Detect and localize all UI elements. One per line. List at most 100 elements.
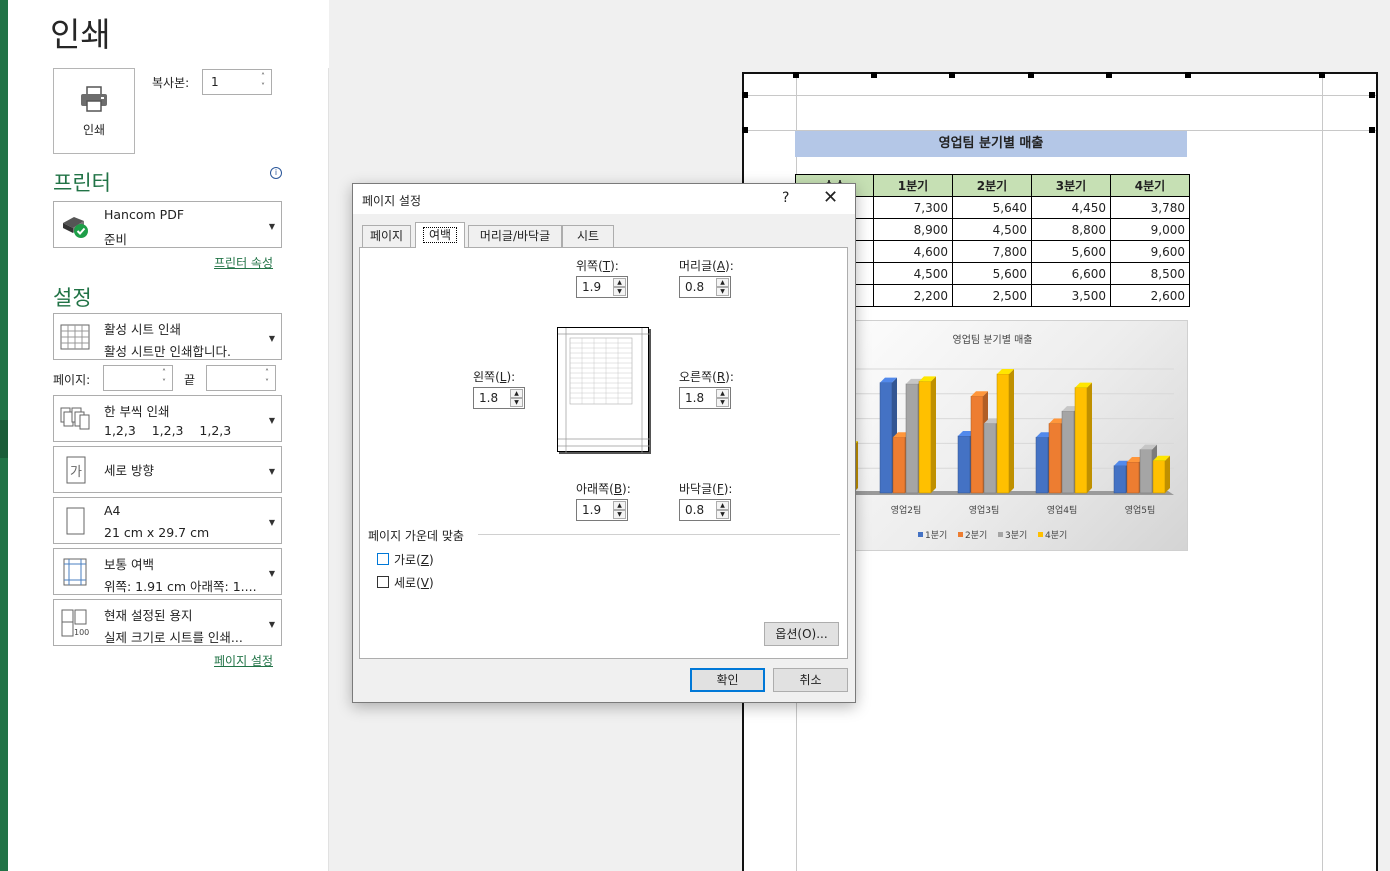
print-button[interactable]: 인쇄 bbox=[53, 68, 135, 154]
help-icon[interactable]: ? bbox=[782, 190, 789, 206]
copies-input[interactable]: 1 ˄ ˅ bbox=[202, 69, 272, 95]
header-margin-input[interactable]: 0.8 ▲ ▼ bbox=[679, 276, 731, 298]
right-margin-input[interactable]: 1.8 ▲ ▼ bbox=[679, 387, 731, 409]
app-accent-strip bbox=[0, 0, 8, 871]
pages-from-input[interactable]: ˄ ˅ bbox=[103, 365, 173, 391]
table-cell: 4,600 bbox=[873, 240, 953, 263]
bar-3분기-영업2팀 bbox=[905, 383, 919, 494]
paper-size-desc: 21 cm x 29.7 cm bbox=[104, 525, 210, 540]
pages-to-spinner[interactable]: ˄ ˅ bbox=[261, 368, 273, 388]
tab-page[interactable]: 페이지 bbox=[362, 225, 411, 247]
info-icon[interactable]: i bbox=[270, 167, 282, 179]
margin-handle[interactable] bbox=[1319, 72, 1325, 78]
spin-down-icon[interactable]: ▼ bbox=[716, 287, 729, 296]
vertical-checkbox-label[interactable]: 세로(V) bbox=[394, 574, 434, 591]
margin-handle[interactable] bbox=[949, 72, 955, 78]
margin-preview-drawing bbox=[558, 328, 650, 453]
bar-1분기-영업3팀 bbox=[957, 435, 971, 494]
orientation-dropdown[interactable]: 가 세로 방향 ▼ bbox=[53, 446, 282, 493]
chevron-down-icon: ▼ bbox=[268, 467, 275, 476]
svg-text:가: 가 bbox=[70, 465, 82, 480]
copies-spinner[interactable]: ˄ ˅ bbox=[257, 72, 269, 92]
margin-handle[interactable] bbox=[871, 72, 877, 78]
back-nav-marker[interactable] bbox=[0, 420, 8, 458]
bottom-margin-input[interactable]: 1.9 ▲ ▼ bbox=[576, 499, 628, 521]
margin-line-right[interactable] bbox=[1322, 74, 1323, 871]
spin-down-icon[interactable]: ▼ bbox=[716, 398, 729, 407]
bar-1분기-영업2팀 bbox=[879, 382, 893, 494]
options-button[interactable]: 옵션(O)... bbox=[764, 622, 839, 646]
tab-margins-label: 여백 bbox=[422, 227, 458, 243]
top-margin-input[interactable]: 1.9 ▲ ▼ bbox=[576, 276, 628, 298]
bar-2분기-영업3팀 bbox=[970, 396, 984, 494]
ok-button[interactable]: 확인 bbox=[690, 668, 765, 692]
spin-down-icon[interactable]: ▼ bbox=[613, 287, 626, 296]
margin-handle[interactable] bbox=[1369, 127, 1375, 133]
bar-3분기-영업3팀 bbox=[983, 423, 997, 494]
margin-handle[interactable] bbox=[793, 72, 799, 78]
spin-up-icon[interactable]: ▲ bbox=[716, 501, 729, 510]
chevron-down-icon: ▼ bbox=[268, 518, 275, 527]
scaling-dropdown[interactable]: 100 현재 설정된 용지 실제 크기로 시트를 인쇄... ▼ bbox=[53, 599, 282, 646]
tab-sheet[interactable]: 시트 bbox=[562, 225, 614, 247]
margin-handle[interactable] bbox=[1028, 72, 1034, 78]
margin-handle[interactable] bbox=[1185, 72, 1191, 78]
close-icon[interactable]: ✕ bbox=[823, 187, 838, 208]
paper-size-title: A4 bbox=[104, 503, 121, 518]
margin-handle[interactable] bbox=[742, 127, 748, 133]
vertical-checkbox[interactable] bbox=[377, 576, 389, 588]
pages-to-input[interactable]: ˄ ˅ bbox=[206, 365, 276, 391]
settings-heading: 설정 bbox=[53, 286, 92, 310]
margin-line-header[interactable] bbox=[744, 95, 1376, 96]
spin-down-icon[interactable]: ▼ bbox=[613, 510, 626, 519]
spin-up-icon[interactable]: ▲ bbox=[716, 278, 729, 287]
margins-dropdown[interactable]: 보통 여백 위쪽: 1.91 cm 아래쪽: 1.... ▼ bbox=[53, 548, 282, 595]
column-header: 1분기 bbox=[873, 174, 953, 197]
dialog-title: 페이지 설정 bbox=[362, 194, 422, 208]
sheet-title: 영업팀 분기별 매출 bbox=[795, 131, 1187, 157]
tab-header-footer[interactable]: 머리글/바닥글 bbox=[468, 225, 562, 247]
spin-down-icon[interactable]: ▼ bbox=[716, 510, 729, 519]
header-margin-label: 머리글(A): bbox=[679, 259, 734, 273]
page-setup-link[interactable]: 페이지 설정 bbox=[214, 652, 273, 669]
tab-margins[interactable]: 여백 bbox=[415, 222, 465, 248]
horizontal-checkbox-label[interactable]: 가로(Z) bbox=[394, 551, 434, 568]
legend-swatch bbox=[918, 532, 923, 537]
paper-size-dropdown[interactable]: A4 21 cm x 29.7 cm ▼ bbox=[53, 497, 282, 544]
margin-handle[interactable] bbox=[742, 92, 748, 98]
printer-dropdown[interactable]: Hancom PDF 준비 ▼ bbox=[53, 201, 282, 248]
print-what-desc: 활성 시트만 인쇄합니다. bbox=[104, 344, 231, 359]
chevron-down-icon: ▼ bbox=[268, 620, 275, 629]
collation-title: 한 부씩 인쇄 bbox=[104, 404, 170, 419]
left-margin-input[interactable]: 1.8 ▲ ▼ bbox=[473, 387, 525, 409]
margin-handle[interactable] bbox=[1106, 72, 1112, 78]
table-cell: 4,450 bbox=[1031, 196, 1111, 219]
cancel-button[interactable]: 취소 bbox=[773, 668, 848, 692]
collation-dropdown[interactable]: 한 부씩 인쇄 1,2,3 1,2,3 1,2,3 ▼ bbox=[53, 395, 282, 442]
spin-up-icon[interactable]: ▲ bbox=[613, 278, 626, 287]
table-cell: 8,500 bbox=[1110, 262, 1190, 285]
header-margin-value: 0.8 bbox=[685, 280, 705, 294]
print-what-dropdown[interactable]: 활성 시트 인쇄 활성 시트만 인쇄합니다. ▼ bbox=[53, 313, 282, 360]
legend-entry: 3분기 bbox=[1005, 530, 1027, 541]
table-cell: 8,900 bbox=[873, 218, 953, 241]
column-header: 4분기 bbox=[1110, 174, 1190, 197]
printer-properties-link[interactable]: 프린터 속성 bbox=[214, 254, 273, 271]
bar-side bbox=[1165, 455, 1170, 493]
column-header: 2분기 bbox=[952, 174, 1032, 197]
footer-margin-input[interactable]: 0.8 ▲ ▼ bbox=[679, 499, 731, 521]
horizontal-checkbox[interactable] bbox=[377, 553, 389, 565]
margin-handle[interactable] bbox=[1369, 92, 1375, 98]
legend-swatch bbox=[958, 532, 963, 537]
spin-up-icon[interactable]: ▲ bbox=[613, 501, 626, 510]
dialog-titlebar[interactable]: 페이지 설정 ? ✕ bbox=[353, 184, 855, 214]
spin-up-icon[interactable]: ▲ bbox=[716, 389, 729, 398]
spin-down-icon[interactable]: ▼ bbox=[510, 398, 523, 407]
margin-preview-paper bbox=[557, 327, 650, 453]
portrait-orientation-icon: 가 bbox=[66, 456, 86, 484]
bar-4분기-영업2팀 bbox=[918, 381, 932, 494]
pages-from-spinner[interactable]: ˄ ˅ bbox=[158, 368, 170, 388]
spin-up-icon[interactable]: ▲ bbox=[510, 389, 523, 398]
bar-4분기-영업5팀 bbox=[1152, 460, 1166, 494]
x-tick-label: 영업2팀 bbox=[891, 504, 922, 516]
